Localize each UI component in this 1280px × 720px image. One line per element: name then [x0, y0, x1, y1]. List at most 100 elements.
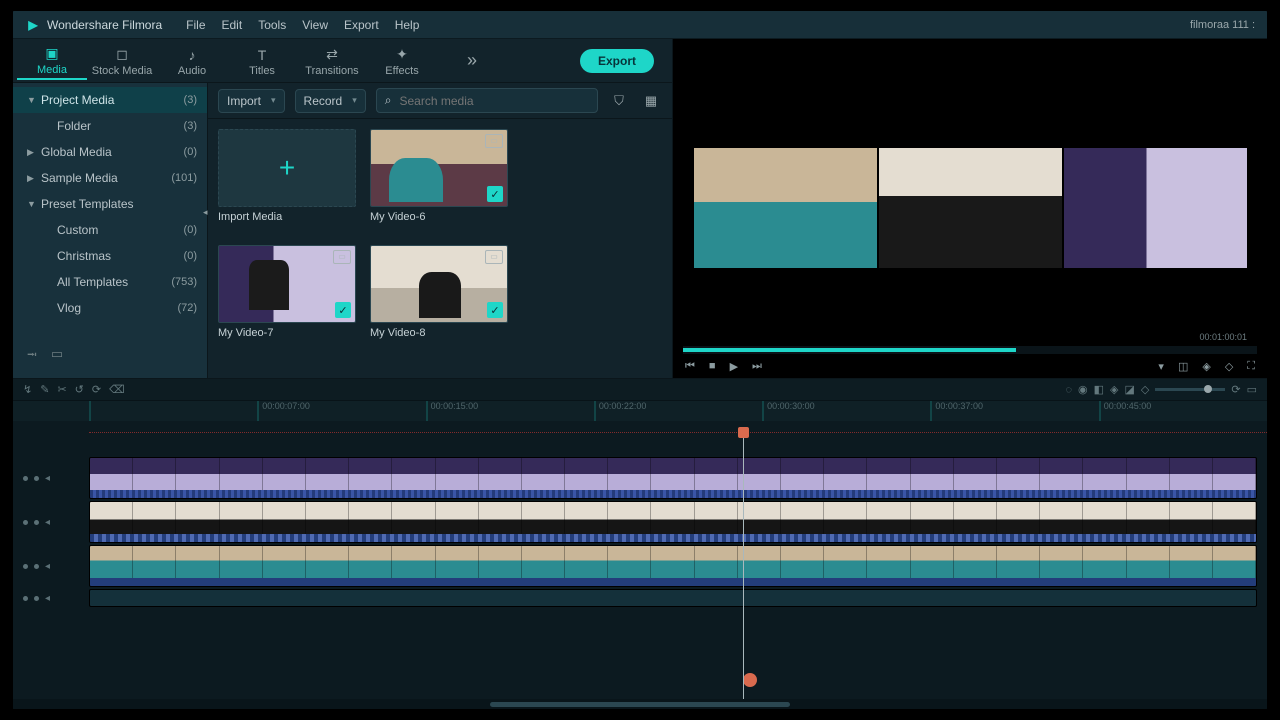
- media-item-video-7[interactable]: ▭ ✓ My Video-7: [218, 245, 358, 351]
- delete-icon[interactable]: ⌫: [109, 383, 125, 396]
- sidebar-vlog[interactable]: Vlog (72): [13, 295, 207, 321]
- proxy-icon: ▭: [333, 250, 351, 264]
- prev-frame-icon[interactable]: ⏮: [683, 360, 697, 373]
- voiceover-cursor-icon[interactable]: [743, 673, 757, 687]
- time-ruler[interactable]: 00:00:07:00 00:00:15:00 00:00:22:00 00:0…: [13, 401, 1267, 421]
- sidebar-preset-templates[interactable]: ▼ Preset Templates: [13, 191, 207, 217]
- menu-help[interactable]: Help: [395, 18, 420, 32]
- next-frame-icon[interactable]: ⏭: [750, 360, 764, 373]
- clip-video-6[interactable]: [89, 545, 1257, 587]
- sidebar-global-media[interactable]: ▶ Global Media (0): [13, 139, 207, 165]
- media-toolbar: Import ▾ Record ▾ ⌕ ⛉ ▦: [208, 83, 672, 119]
- search-icon: ⌕: [385, 93, 392, 108]
- folder-icon[interactable]: ▭: [51, 346, 63, 368]
- track-head[interactable]: ◂: [13, 517, 89, 528]
- view-mode-icon[interactable]: ▦: [640, 93, 662, 109]
- media-panel: ▣ Media ◻ Stock Media ♪ Audio T Titles ⇄: [13, 39, 673, 378]
- media-grid: ◂ + Import Media ▭ ✓ My Video-6: [208, 119, 672, 378]
- tab-audio[interactable]: ♪ Audio: [157, 43, 227, 79]
- stop-icon[interactable]: ■: [707, 360, 718, 372]
- chevron-down-icon: ▾: [271, 95, 276, 106]
- tracks-area[interactable]: ◂ ◂ ◂ ◂: [13, 433, 1267, 699]
- snap-icon[interactable]: ◪: [1125, 383, 1135, 396]
- sidebar-project-media[interactable]: ▼ Project Media (3): [13, 87, 207, 113]
- caret-down-icon: ▼: [27, 95, 41, 105]
- import-dropdown[interactable]: Import ▾: [218, 89, 285, 113]
- import-media-tile[interactable]: + Import Media: [218, 129, 358, 235]
- tab-stock-media[interactable]: ◻ Stock Media: [87, 42, 157, 79]
- tab-transitions[interactable]: ⇄ Transitions: [297, 42, 367, 79]
- marker-icon[interactable]: ◧: [1094, 383, 1104, 396]
- preview-canvas[interactable]: [673, 39, 1267, 346]
- chevron-down-icon: ▾: [352, 95, 357, 106]
- back-icon[interactable]: ↺: [75, 383, 84, 396]
- preview-scrubbar[interactable]: 00:01:00:01: [683, 346, 1257, 354]
- record-dropdown[interactable]: Record ▾: [295, 89, 366, 113]
- track-video-1[interactable]: ◂: [13, 545, 1267, 587]
- tabs-overflow-icon[interactable]: »: [457, 46, 487, 75]
- media-main: Import ▾ Record ▾ ⌕ ⛉ ▦: [208, 83, 672, 378]
- track-head[interactable]: ◂: [13, 561, 89, 572]
- quality-icon[interactable]: ▾: [1156, 360, 1166, 373]
- edit-icon[interactable]: ✎: [40, 383, 49, 396]
- fullscreen-icon[interactable]: ⛶: [1245, 360, 1257, 373]
- zoom-fit-icon[interactable]: ⟳: [1231, 383, 1240, 396]
- play-icon[interactable]: ▶: [728, 360, 740, 373]
- track-audio-1[interactable]: ◂: [13, 589, 1267, 607]
- mixer-icon[interactable]: ◈: [1110, 383, 1118, 396]
- search-input[interactable]: [400, 94, 590, 108]
- titlebar: ▶ Wondershare Filmora File Edit Tools Vi…: [13, 11, 1267, 39]
- zoom-slider[interactable]: [1155, 388, 1225, 391]
- sidebar-all-templates[interactable]: All Templates (753): [13, 269, 207, 295]
- clip-audio[interactable]: [89, 589, 1257, 607]
- record-vo-icon[interactable]: ◉: [1078, 383, 1088, 396]
- media-icon: ▣: [45, 45, 58, 62]
- sidebar-sample-media[interactable]: ▶ Sample Media (101): [13, 165, 207, 191]
- mark-in-icon[interactable]: ◈: [1200, 360, 1212, 373]
- tab-titles[interactable]: T Titles: [227, 43, 297, 79]
- menu-edit[interactable]: Edit: [222, 18, 243, 32]
- timecode: 00:01:00:01: [1199, 332, 1247, 342]
- zoom-full-icon[interactable]: ▭: [1247, 383, 1257, 396]
- forward-icon[interactable]: ⟳: [92, 383, 101, 396]
- menu-tools[interactable]: Tools: [258, 18, 286, 32]
- export-button[interactable]: Export: [580, 49, 654, 73]
- sidebar-footer: ⭲ ▭: [13, 340, 207, 374]
- render-icon[interactable]: ◌: [1065, 384, 1072, 396]
- sidebar-custom[interactable]: Custom (0): [13, 217, 207, 243]
- media-item-video-6[interactable]: ▭ ✓ My Video-6: [370, 129, 510, 235]
- playhead[interactable]: [743, 433, 744, 699]
- undo-icon[interactable]: ↯: [23, 383, 32, 396]
- stock-icon: ◻: [116, 46, 128, 63]
- mark-out-icon[interactable]: ◇: [1223, 360, 1235, 373]
- menu-view[interactable]: View: [302, 18, 328, 32]
- track-head[interactable]: ◂: [13, 593, 89, 604]
- clip-video-7[interactable]: [89, 457, 1257, 499]
- sidebar-christmas[interactable]: Christmas (0): [13, 243, 207, 269]
- track-head[interactable]: ◂: [13, 473, 89, 484]
- app-name: Wondershare Filmora: [47, 18, 162, 32]
- collapse-handle-icon[interactable]: ◂: [203, 207, 208, 218]
- track-video-3[interactable]: ◂: [13, 457, 1267, 499]
- sidebar-folder[interactable]: Folder (3): [13, 113, 207, 139]
- filter-icon[interactable]: ⛉: [608, 93, 630, 109]
- titles-icon: T: [258, 47, 267, 63]
- used-badge-icon: ✓: [487, 186, 503, 202]
- new-folder-icon[interactable]: ⭲: [27, 346, 37, 368]
- track-video-2[interactable]: ◂: [13, 501, 1267, 543]
- media-item-video-8[interactable]: ▭ ✓ My Video-8: [370, 245, 510, 351]
- search-box[interactable]: ⌕: [376, 88, 598, 113]
- timeline-scrollbar[interactable]: [13, 699, 1267, 709]
- used-badge-icon: ✓: [335, 302, 351, 318]
- split-icon[interactable]: ✂: [57, 383, 66, 396]
- clip-video-8[interactable]: [89, 501, 1257, 543]
- link-icon[interactable]: ◇: [1141, 383, 1149, 396]
- audio-icon: ♪: [189, 47, 196, 63]
- timeline: 00:00:07:00 00:00:15:00 00:00:22:00 00:0…: [13, 401, 1267, 709]
- tab-media[interactable]: ▣ Media: [17, 41, 87, 80]
- snapshot-icon[interactable]: ◫: [1176, 360, 1190, 373]
- menu-file[interactable]: File: [186, 18, 205, 32]
- proxy-icon: ▭: [485, 134, 503, 148]
- tab-effects[interactable]: ✦ Effects: [367, 42, 437, 79]
- menu-export[interactable]: Export: [344, 18, 379, 32]
